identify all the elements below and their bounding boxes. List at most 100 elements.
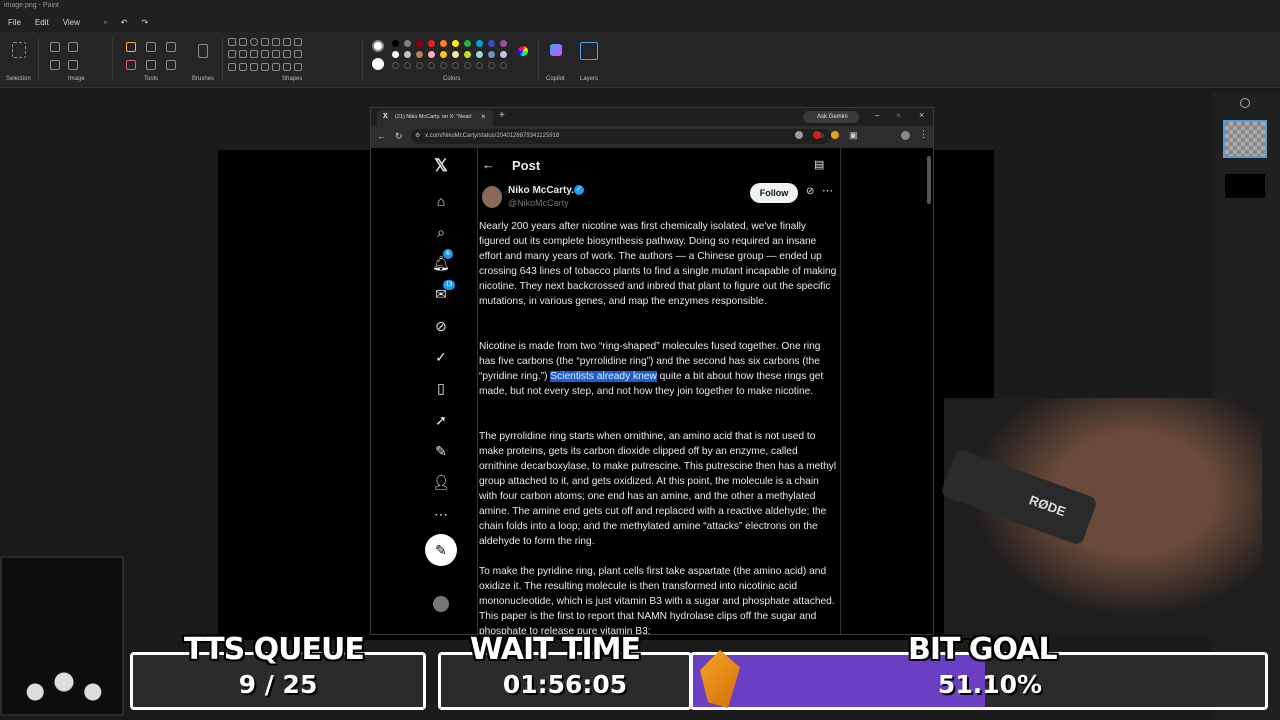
redo-icon[interactable]: ↷ — [141, 18, 148, 27]
selection-icon[interactable] — [12, 42, 26, 58]
palette-empty-slot[interactable] — [464, 62, 471, 69]
palette-empty-slot[interactable] — [428, 62, 435, 69]
home-icon[interactable]: ⌂ — [431, 191, 451, 211]
palette-empty-slot[interactable] — [416, 62, 423, 69]
brush-icon[interactable] — [198, 44, 208, 58]
layers-icon[interactable] — [580, 42, 598, 60]
extension-icon-1[interactable] — [795, 131, 803, 139]
magnifier-icon[interactable] — [166, 60, 176, 70]
account-avatar[interactable] — [433, 596, 449, 612]
secondary-color[interactable] — [372, 58, 384, 70]
back-arrow-icon[interactable]: ← — [482, 157, 495, 172]
palette-empty-slot[interactable] — [488, 62, 495, 69]
add-layer-icon[interactable] — [1240, 98, 1250, 108]
palette-swatch[interactable] — [452, 51, 459, 58]
browser-menu-icon[interactable]: ⋮ — [919, 129, 928, 140]
author-handle[interactable]: @NikoMcCarty — [508, 198, 569, 208]
palette-empty-slot[interactable] — [452, 62, 459, 69]
palette-swatch[interactable] — [464, 40, 471, 47]
messages-icon[interactable]: ✉ 13 — [431, 280, 455, 304]
menu-edit[interactable]: Edit — [35, 18, 49, 27]
menu-file[interactable]: File — [8, 18, 21, 27]
close-window-icon[interactable]: × — [919, 110, 924, 120]
bookmarks-icon[interactable]: ▯ — [431, 378, 451, 398]
color-picker-icon[interactable] — [146, 60, 156, 70]
copilot-icon[interactable] — [550, 44, 562, 56]
post-paragraph-2: Nicotine is made from two “ring-shaped” … — [479, 339, 837, 399]
palette-empty-slot[interactable] — [404, 62, 411, 69]
palette-empty-slot[interactable] — [476, 62, 483, 69]
more-icon[interactable]: ⋯ — [431, 504, 451, 524]
edit-colors-icon[interactable] — [518, 46, 528, 56]
profile-nav-icon[interactable]: 👤︎ — [431, 472, 451, 492]
articles-icon[interactable]: ✎ — [431, 441, 451, 461]
flip-icon[interactable] — [68, 60, 78, 70]
palette-swatch[interactable] — [464, 51, 471, 58]
palette-swatch[interactable] — [440, 51, 447, 58]
palette-swatch[interactable] — [416, 40, 423, 47]
rotate-icon[interactable] — [50, 60, 60, 70]
palette-swatch[interactable] — [428, 51, 435, 58]
pencil-icon[interactable] — [126, 42, 136, 52]
palette-swatch[interactable] — [500, 51, 507, 58]
palette-swatch[interactable] — [488, 51, 495, 58]
post-options-icon[interactable]: ⋯ — [822, 184, 833, 197]
grok-icon[interactable]: ⊘ — [431, 316, 451, 336]
x-logo-icon[interactable]: 𝕏 — [431, 156, 451, 176]
page-scrollbar[interactable] — [927, 156, 931, 204]
palette-swatch[interactable] — [404, 40, 411, 47]
palette-swatch[interactable] — [476, 40, 483, 47]
palette-swatch[interactable] — [440, 40, 447, 47]
save-icon[interactable]: ▫ — [104, 18, 107, 27]
new-tab-icon[interactable]: + — [499, 110, 505, 121]
undo-icon[interactable]: ↶ — [121, 18, 128, 27]
crop-icon[interactable] — [50, 42, 60, 52]
verified-orgs-icon[interactable]: ✓ — [431, 347, 451, 367]
minimize-icon[interactable]: – — [875, 111, 879, 120]
extension-icon-2[interactable] — [813, 131, 821, 139]
author-avatar[interactable] — [482, 186, 502, 208]
palette-empty-slot[interactable] — [500, 62, 507, 69]
verified-badge-icon: ✓ — [574, 185, 584, 195]
palette-swatch[interactable] — [500, 40, 507, 47]
address-bar[interactable]: ⚙ x.com/NikoMcCarty/status/2040126879341… — [411, 129, 831, 144]
extensions-icon[interactable]: ▣ — [849, 130, 858, 141]
extension-icon-3[interactable] — [831, 131, 839, 139]
palette-empty-slot[interactable] — [440, 62, 447, 69]
compose-post-button[interactable]: ✎ — [425, 534, 457, 566]
text-icon[interactable] — [166, 42, 176, 52]
shapes-gallery[interactable] — [228, 38, 304, 74]
notifications-icon[interactable]: 🔔︎ 6 — [431, 249, 453, 273]
resize-icon[interactable] — [68, 42, 78, 52]
palette-swatch[interactable] — [392, 51, 399, 58]
palette-swatch[interactable] — [476, 51, 483, 58]
color-palette[interactable] — [392, 40, 510, 72]
layer-thumbnail-2[interactable] — [1225, 174, 1265, 198]
fill-icon[interactable] — [146, 42, 156, 52]
eraser-icon[interactable] — [126, 60, 136, 70]
ask-gemini-button[interactable]: Ask Gemini — [803, 111, 859, 123]
search-icon[interactable]: ⌕ — [431, 222, 451, 242]
reader-view-icon[interactable]: ▤ — [814, 158, 824, 171]
browser-tab[interactable]: X (21) Niko McCarty. on X: "Nearl — [377, 110, 493, 126]
palette-swatch[interactable] — [428, 40, 435, 47]
primary-color[interactable] — [372, 40, 384, 52]
layer-thumbnail-1[interactable] — [1223, 120, 1267, 158]
palette-swatch[interactable] — [452, 40, 459, 47]
maximize-icon[interactable]: ▫ — [897, 111, 900, 120]
menu-view[interactable]: View — [63, 18, 80, 27]
palette-swatch[interactable] — [488, 40, 495, 47]
palette-swatch[interactable] — [404, 51, 411, 58]
follow-button[interactable]: Follow — [750, 183, 798, 203]
palette-swatch[interactable] — [416, 51, 423, 58]
close-tab-icon[interactable]: × — [481, 112, 486, 121]
jobs-icon[interactable]: ➚ — [431, 410, 451, 430]
reload-icon[interactable]: ↻ — [395, 131, 403, 142]
author-name[interactable]: Niko McCarty. — [508, 185, 574, 196]
site-info-icon[interactable]: ⚙ — [415, 132, 420, 139]
back-icon[interactable]: ← — [377, 131, 386, 141]
palette-empty-slot[interactable] — [392, 62, 399, 69]
grok-explain-icon[interactable]: ⊘ — [806, 186, 814, 197]
profile-icon[interactable] — [901, 131, 910, 140]
palette-swatch[interactable] — [392, 40, 399, 47]
